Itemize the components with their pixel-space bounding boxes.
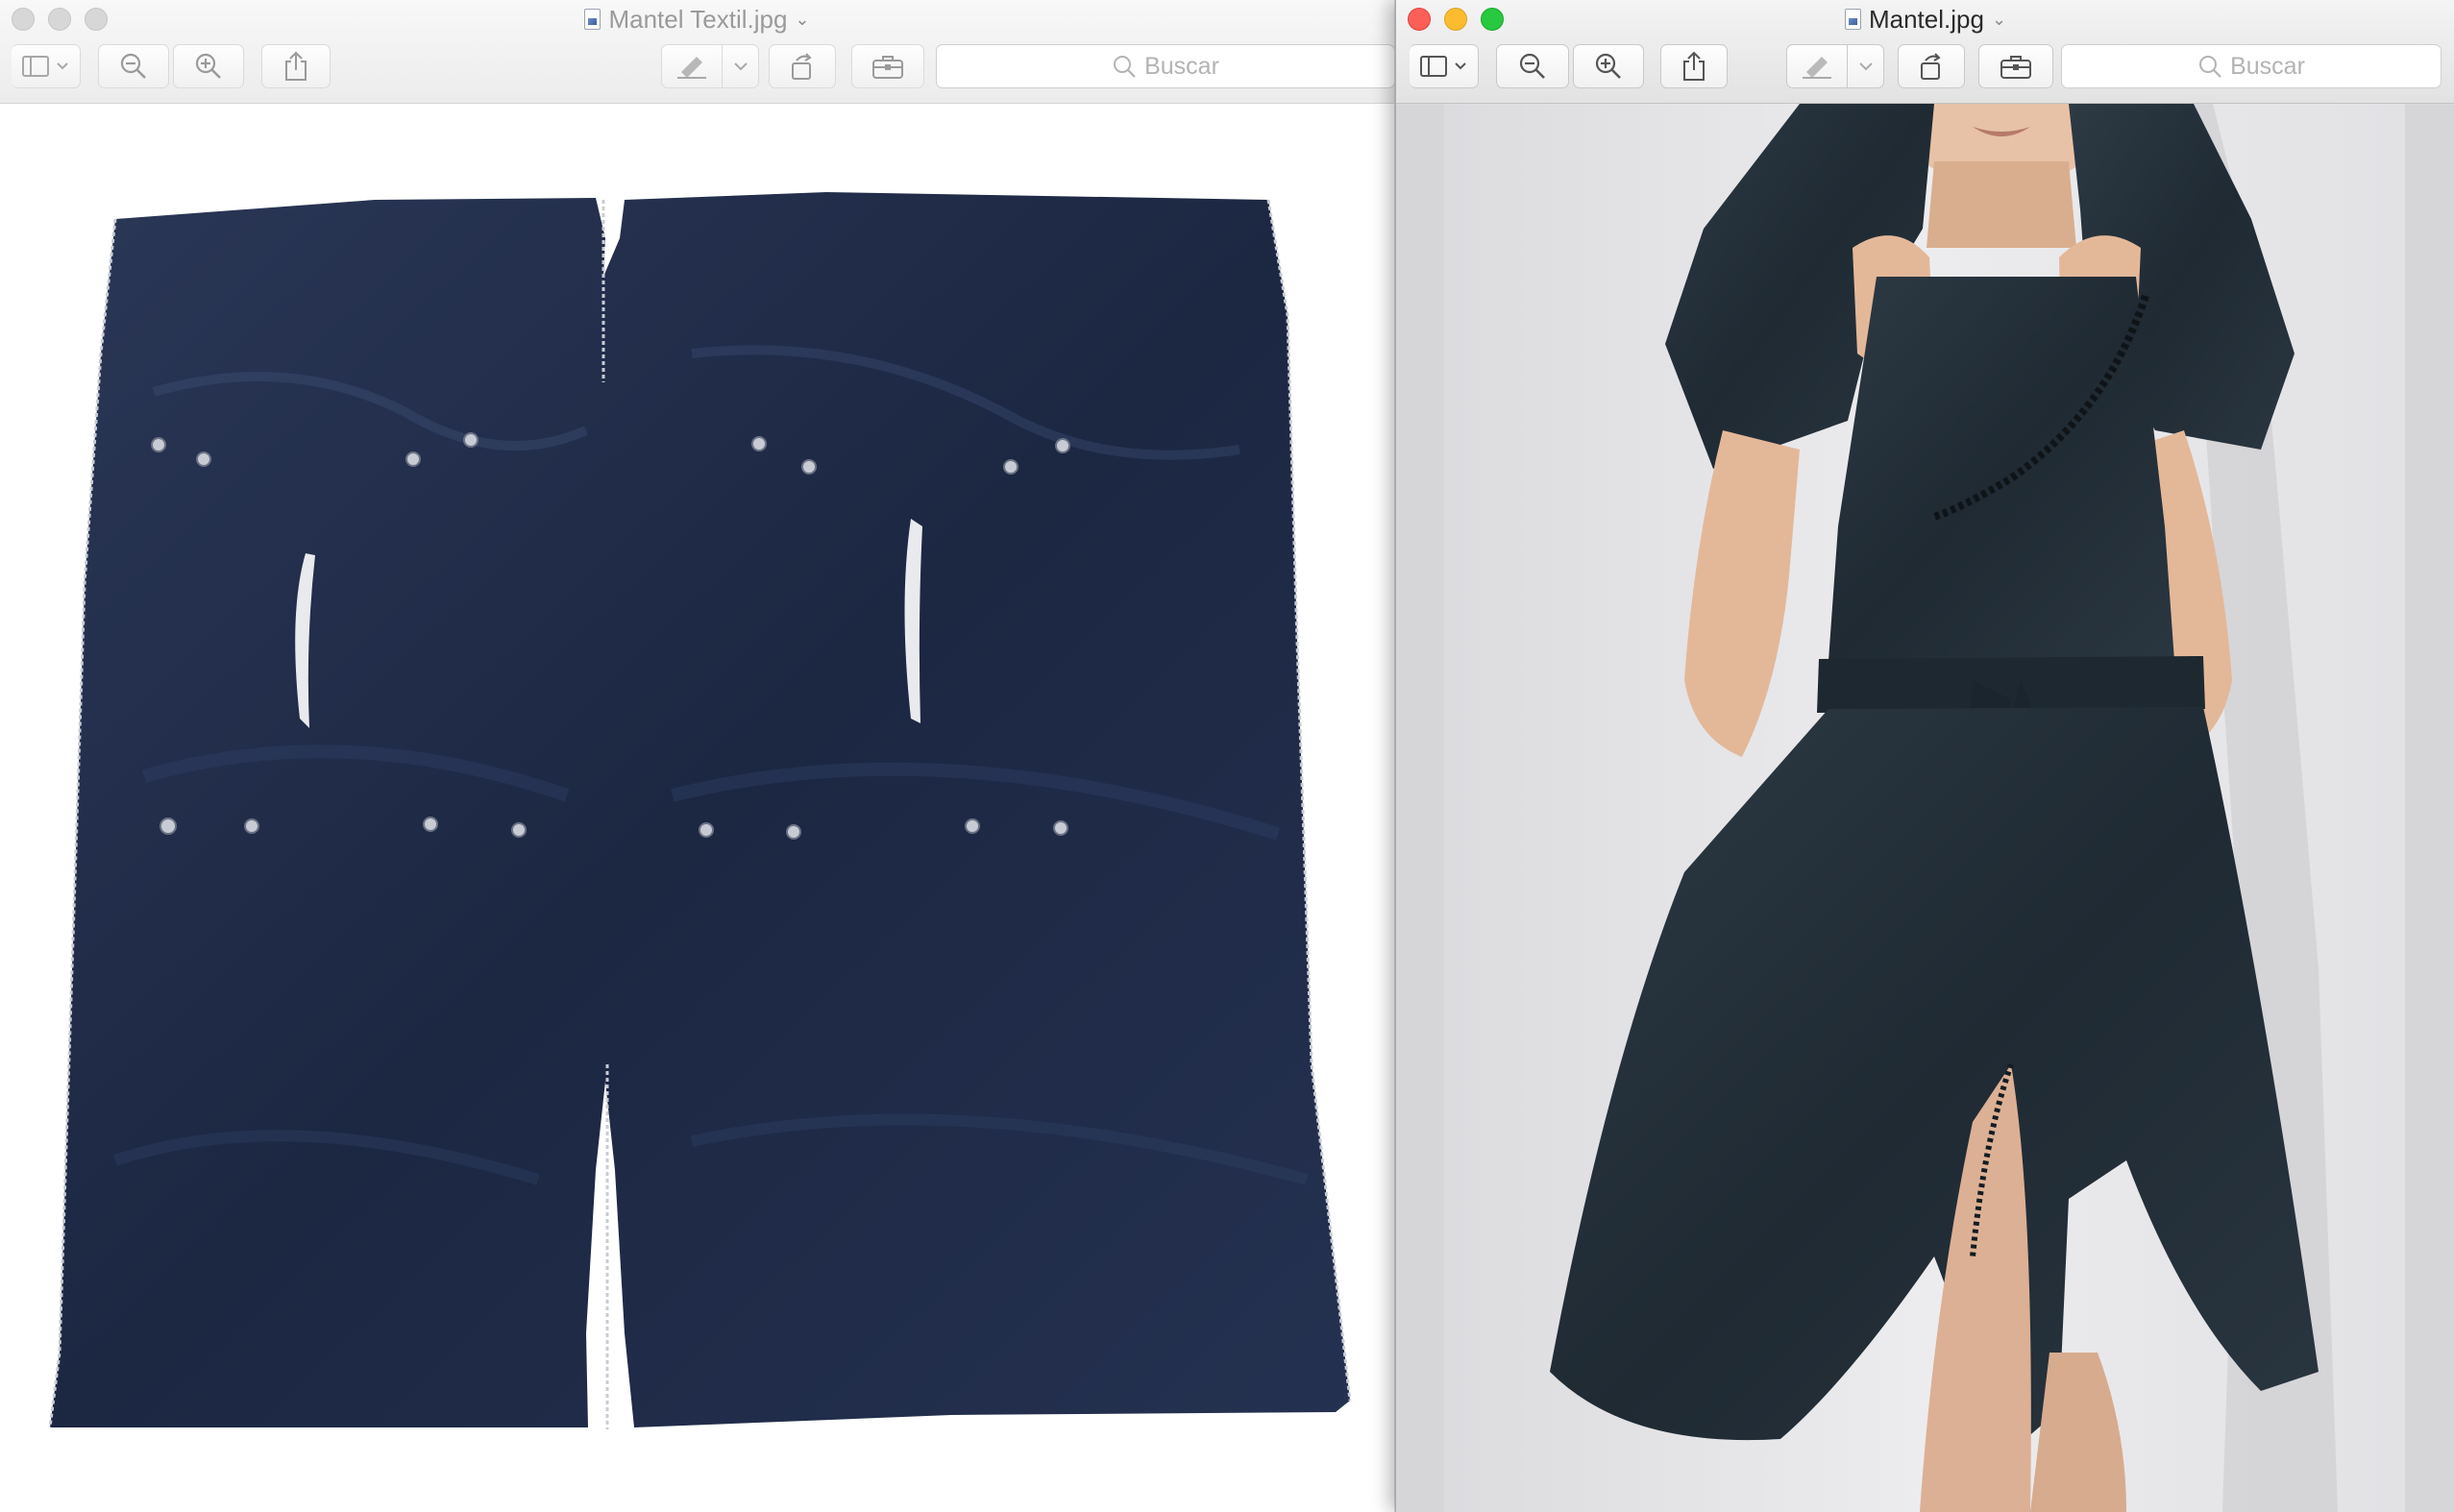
- zoom-in-icon: [195, 53, 221, 79]
- zoom-in-icon: [1595, 53, 1621, 79]
- share-icon: [1683, 51, 1705, 81]
- share-button[interactable]: [261, 44, 331, 88]
- zoom-out-button[interactable]: [98, 44, 169, 88]
- search-field[interactable]: Buscar: [936, 44, 1394, 88]
- markup-pen-icon[interactable]: [661, 44, 723, 88]
- rotate-button[interactable]: [1898, 44, 1965, 88]
- sidebar-icon[interactable]: [12, 44, 81, 88]
- zoom-out-icon: [1519, 53, 1545, 79]
- rotate-icon: [792, 53, 812, 80]
- markup-dropdown-icon[interactable]: [723, 44, 759, 88]
- preview-window-right: Mantel.jpg ⌄ Buscar: [1395, 0, 2454, 1512]
- titlebar: Mantel Textil.jpg ⌄ Buscar: [0, 0, 1394, 104]
- zoom-out-button[interactable]: [1496, 44, 1569, 88]
- document-icon: [1844, 9, 1861, 30]
- markup-dropdown-icon[interactable]: [1848, 44, 1884, 88]
- image-view[interactable]: [1396, 104, 2454, 1512]
- document-icon: [584, 9, 601, 30]
- markup-pen-icon[interactable]: [1786, 44, 1848, 88]
- share-icon: [285, 51, 307, 81]
- window-title[interactable]: Mantel Textil.jpg ⌄: [0, 4, 1394, 35]
- markup-button[interactable]: [1786, 44, 1884, 88]
- garment-flat-image: [0, 104, 1394, 1512]
- sidebar-icon[interactable]: [1410, 44, 1479, 88]
- sidebar-toggle[interactable]: [12, 44, 81, 88]
- window-title[interactable]: Mantel.jpg ⌄: [1396, 4, 2454, 35]
- rotate-icon: [1921, 53, 1941, 80]
- search-placeholder: Buscar: [1144, 52, 1219, 80]
- titlebar: Mantel.jpg ⌄ Buscar: [1396, 0, 2454, 104]
- sidebar-toggle[interactable]: [1410, 44, 1479, 88]
- share-button[interactable]: [1660, 44, 1728, 88]
- markup-button[interactable]: [661, 44, 759, 88]
- search-icon: [1114, 56, 1136, 78]
- toolbox-icon: [872, 56, 903, 79]
- zoom-out-icon: [120, 53, 146, 79]
- chevron-down-icon: ⌄: [795, 10, 810, 29]
- preview-window-left: Mantel Textil.jpg ⌄ Buscar: [0, 0, 1394, 1512]
- rotate-button[interactable]: [769, 44, 836, 88]
- chevron-down-icon: ⌄: [1991, 10, 2007, 29]
- search-field[interactable]: Buscar: [2061, 44, 2442, 88]
- toolbox-button[interactable]: [851, 44, 924, 88]
- search-placeholder: Buscar: [2230, 52, 2305, 80]
- toolbox-icon: [2000, 56, 2031, 79]
- zoom-in-button[interactable]: [173, 44, 244, 88]
- image-view[interactable]: [0, 104, 1394, 1512]
- toolbox-button[interactable]: [1978, 44, 2053, 88]
- window-title-text: Mantel Textil.jpg: [608, 5, 788, 34]
- search-icon: [2199, 56, 2221, 78]
- zoom-in-button[interactable]: [1573, 44, 1644, 88]
- window-title-text: Mantel.jpg: [1868, 5, 1984, 34]
- model-photo-image: [1396, 104, 2454, 1512]
